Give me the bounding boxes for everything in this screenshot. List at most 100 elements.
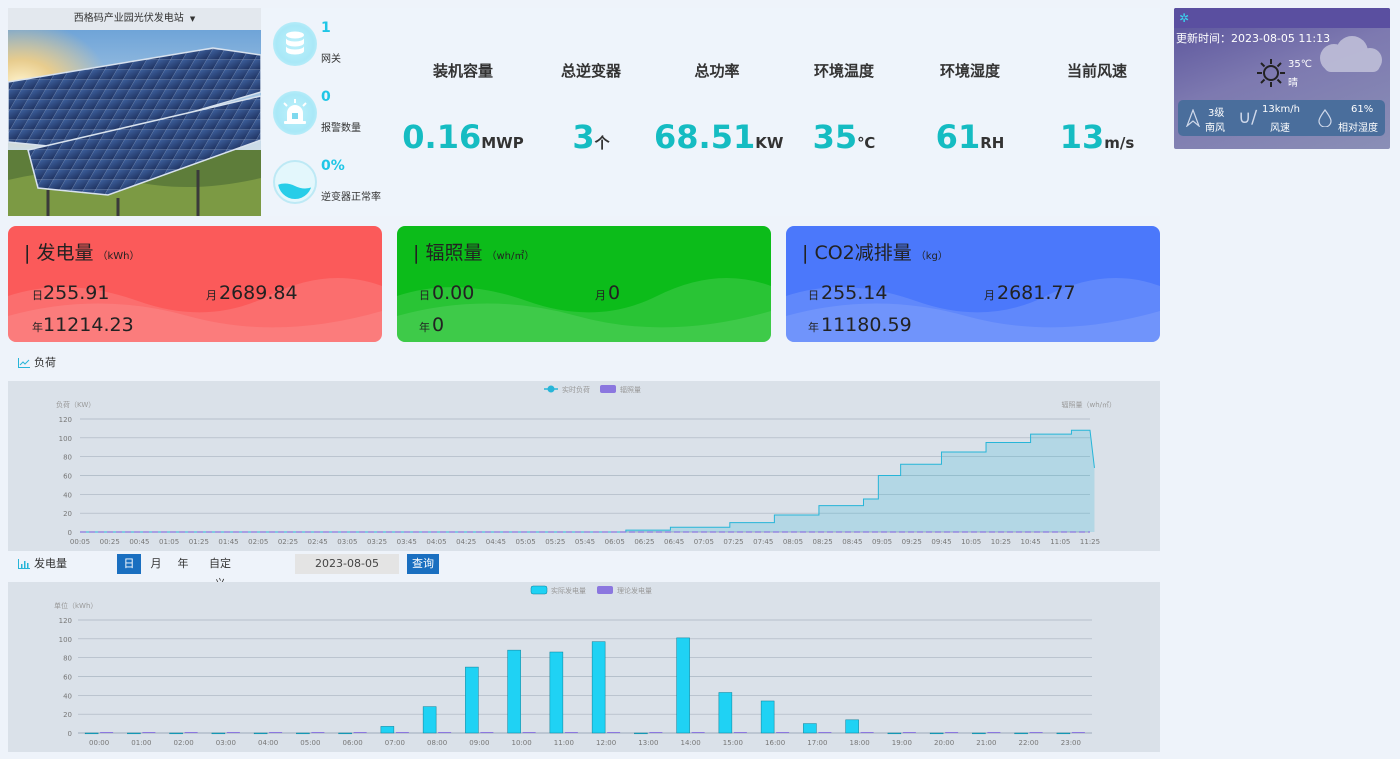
x-tick-label: 09:45 bbox=[931, 538, 951, 546]
card-unit: （kg） bbox=[915, 251, 948, 262]
y2-axis-label: 辐照量（wh/㎡） bbox=[1061, 400, 1116, 409]
humidity-label: 相对湿度 bbox=[1338, 123, 1378, 134]
x-tick-label: 02:00 bbox=[174, 739, 194, 747]
alarm-icon bbox=[273, 91, 317, 135]
year-value: 11180.59 bbox=[821, 314, 912, 336]
x-tick-label: 07:00 bbox=[385, 739, 405, 747]
x-tick-label: 07:45 bbox=[753, 538, 773, 546]
wind-level: 3级 bbox=[1208, 108, 1225, 119]
generation-chart: 0 20 40 60 80 100 120 单位（kWh） 00:00 01:00 02:00 03:… bbox=[8, 582, 1160, 752]
period-year-button[interactable]: 年 bbox=[171, 554, 195, 574]
actual-generation-bar bbox=[338, 732, 352, 735]
x-tick-label: 10:05 bbox=[961, 538, 981, 546]
day-label: 日 bbox=[808, 289, 819, 302]
x-tick-label: 11:05 bbox=[1050, 538, 1070, 546]
x-tick-label: 17:00 bbox=[807, 739, 827, 747]
y-tick-label: 80 bbox=[63, 655, 72, 663]
generation-chart-svg: 0 20 40 60 80 100 120 单位（kWh） 00:00 01:00 02:00 03:… bbox=[54, 585, 1092, 747]
theoretical-generation-bar bbox=[226, 732, 240, 733]
x-tick-label: 08:00 bbox=[427, 739, 447, 747]
theoretical-generation-bar bbox=[269, 732, 283, 733]
day-value: 255.14 bbox=[821, 282, 888, 304]
y-tick-label: 0 bbox=[68, 730, 72, 738]
x-tick-label: 04:05 bbox=[426, 538, 446, 546]
actual-generation-bar bbox=[972, 732, 986, 735]
day-label: 日 bbox=[419, 289, 430, 302]
gateway-count: 1 bbox=[321, 20, 331, 36]
x-tick-label: 08:25 bbox=[813, 538, 833, 546]
x-tick-label: 02:05 bbox=[248, 538, 268, 546]
x-tick-label: 06:00 bbox=[343, 739, 363, 747]
x-tick-label: 13:00 bbox=[638, 739, 658, 747]
kpi-unit: m/s bbox=[1104, 134, 1135, 152]
kpi-value: 3 bbox=[572, 118, 595, 156]
wind-direction-icon bbox=[1186, 109, 1200, 127]
actual-generation-bar bbox=[465, 666, 479, 734]
humidity-drop-icon bbox=[1318, 109, 1332, 127]
theoretical-generation-bar bbox=[691, 732, 705, 733]
period-month-button[interactable]: 月 bbox=[144, 554, 168, 574]
x-tick-label: 16:00 bbox=[765, 739, 785, 747]
y-tick-label: 20 bbox=[63, 510, 72, 518]
theoretical-generation-bar bbox=[607, 732, 621, 733]
x-tick-label: 00:05 bbox=[70, 538, 90, 546]
load-area bbox=[80, 430, 1095, 532]
load-chart-svg: 0 20 40 60 80 100 120 00:05 00:25 00:45 01:05 01:25… bbox=[56, 385, 1116, 546]
year-label: 年 bbox=[808, 321, 819, 334]
legend-label: 实际发电量 bbox=[551, 586, 586, 595]
theoretical-generation-bar bbox=[184, 732, 198, 733]
alarm-label: 报警数量 bbox=[321, 123, 361, 134]
updated-time: 2023-08-05 11:13 bbox=[1231, 32, 1331, 45]
query-button[interactable]: 查询 bbox=[407, 554, 439, 574]
y-tick-label: 120 bbox=[59, 416, 72, 424]
theoretical-generation-bar bbox=[733, 732, 747, 733]
weather-updated: 更新时间：2023-08-05 11:13 bbox=[1176, 30, 1330, 46]
actual-generation-bar bbox=[507, 649, 521, 734]
legend-marker bbox=[597, 586, 613, 594]
inverter-rate-stat: 0% 逆变器正常率 bbox=[273, 158, 383, 218]
wind-speed-label: 风速 bbox=[1270, 123, 1290, 134]
x-tick-label: 08:45 bbox=[842, 538, 862, 546]
humidity-value: 61% bbox=[1351, 104, 1374, 115]
x-tick-label: 10:45 bbox=[1020, 538, 1040, 546]
x-tick-label: 07:25 bbox=[723, 538, 743, 546]
theoretical-generation-bar bbox=[438, 732, 452, 733]
y-axis-label: 单位（kWh） bbox=[54, 601, 97, 610]
alarm-stat: 0 报警数量 bbox=[273, 89, 383, 149]
card-title-text: 发电量 bbox=[36, 242, 94, 264]
x-tick-label: 12:00 bbox=[596, 739, 616, 747]
period-custom-button[interactable]: 自定义 bbox=[198, 554, 242, 590]
period-day-button[interactable]: 日 bbox=[117, 554, 141, 574]
theoretical-generation-bar bbox=[945, 732, 959, 733]
x-tick-label: 01:00 bbox=[131, 739, 151, 747]
kpi-unit: ℃ bbox=[857, 134, 876, 152]
y-tick-label: 120 bbox=[59, 617, 72, 625]
x-tick-label: 20:00 bbox=[934, 739, 954, 747]
theoretical-generation-bar bbox=[776, 732, 790, 733]
x-tick-label: 01:45 bbox=[218, 538, 238, 546]
actual-generation-bar bbox=[634, 732, 648, 735]
y-tick-label: 20 bbox=[63, 711, 72, 719]
date-input[interactable]: 2023-08-05 bbox=[295, 554, 399, 574]
kpi-unit: RH bbox=[980, 134, 1005, 152]
x-tick-label: 05:00 bbox=[300, 739, 320, 747]
y-tick-label: 40 bbox=[63, 491, 72, 499]
load-chart: 0 20 40 60 80 100 120 00:05 00:25 00:45 01:05 01:25… bbox=[8, 381, 1160, 551]
liquid-gauge-icon bbox=[273, 160, 317, 204]
actual-generation-bar bbox=[127, 732, 141, 735]
kpi-title: 总逆变器 bbox=[560, 62, 621, 80]
year-value: 11214.23 bbox=[43, 314, 134, 336]
station-selector[interactable]: 西格码产业园光伏发电站 ▼ bbox=[8, 8, 261, 30]
weather-temp: 35℃ bbox=[1288, 59, 1312, 70]
legend-label: 实时负荷 bbox=[562, 385, 590, 394]
y-tick-label: 100 bbox=[59, 636, 72, 644]
updated-label: 更新时间： bbox=[1176, 32, 1231, 45]
legend-label: 理论发电量 bbox=[617, 586, 652, 595]
theoretical-generation-bar bbox=[100, 732, 114, 733]
actual-generation-bar bbox=[84, 732, 99, 735]
x-tick-label: 11:25 bbox=[1080, 538, 1100, 546]
x-tick-label: 03:00 bbox=[216, 739, 236, 747]
gateway-label: 网关 bbox=[321, 54, 341, 65]
x-tick-label: 02:25 bbox=[278, 538, 298, 546]
actual-generation-bar bbox=[380, 726, 395, 734]
